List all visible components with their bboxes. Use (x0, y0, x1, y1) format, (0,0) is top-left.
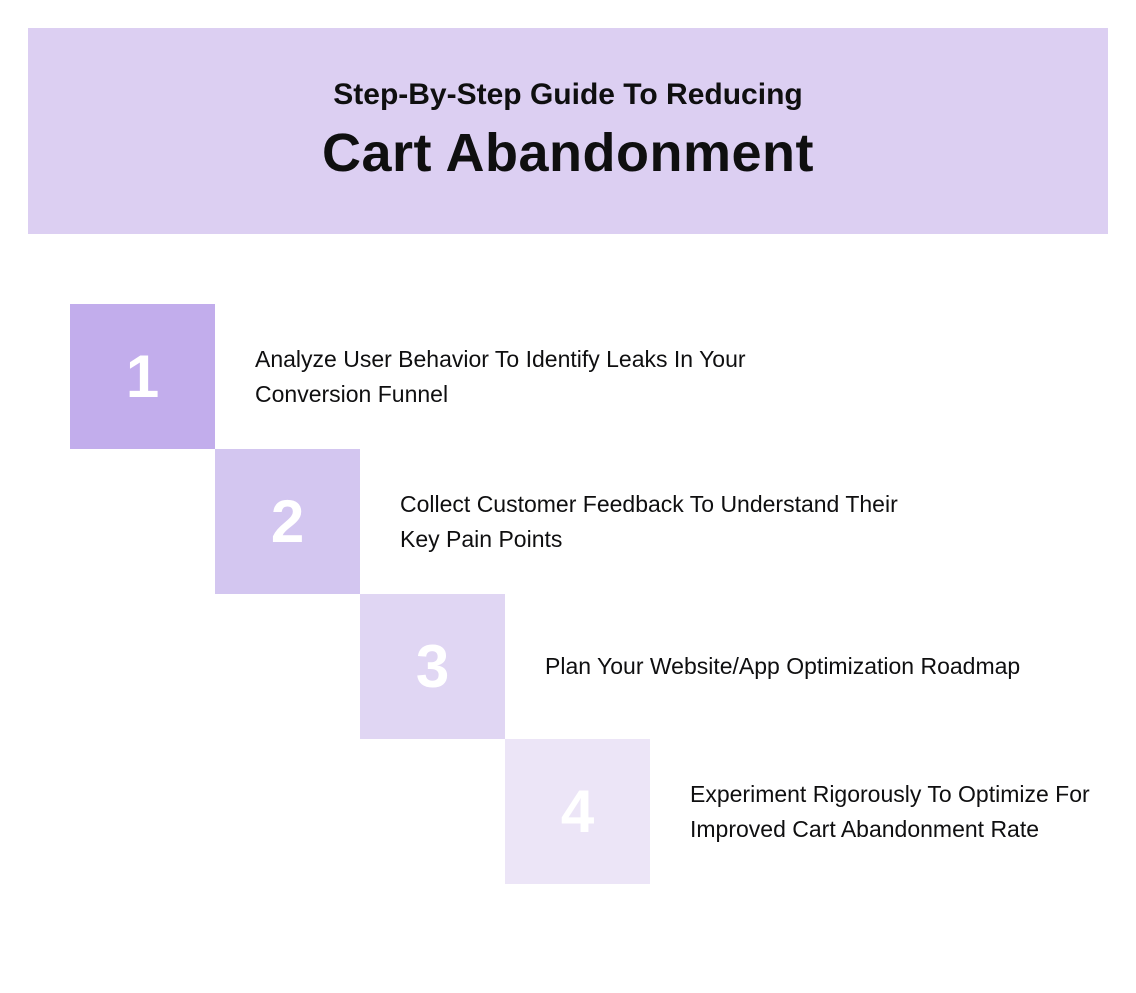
step-text-3: Plan Your Website/App Optimization Roadm… (545, 649, 1020, 684)
header-banner: Step-By-Step Guide To Reducing Cart Aban… (28, 28, 1108, 234)
step-text-2: Collect Customer Feedback To Understand … (400, 487, 900, 556)
step-box-3: 3 (360, 594, 505, 739)
step-box-1: 1 (70, 304, 215, 449)
step-row-4: 4 Experiment Rigorously To Optimize For … (505, 739, 1136, 884)
header-subtitle: Step-By-Step Guide To Reducing (88, 78, 1048, 112)
step-text-4: Experiment Rigorously To Optimize For Im… (690, 777, 1090, 846)
step-box-4: 4 (505, 739, 650, 884)
step-number-4: 4 (561, 777, 594, 846)
step-number-1: 1 (126, 342, 159, 411)
step-row-2: 2 Collect Customer Feedback To Understan… (215, 449, 1136, 594)
step-number-2: 2 (271, 487, 304, 556)
step-row-3: 3 Plan Your Website/App Optimization Roa… (360, 594, 1136, 739)
step-number-3: 3 (416, 632, 449, 701)
steps-container: 1 Analyze User Behavior To Identify Leak… (70, 304, 1136, 884)
step-text-1: Analyze User Behavior To Identify Leaks … (255, 342, 755, 411)
step-box-2: 2 (215, 449, 360, 594)
header-title: Cart Abandonment (88, 122, 1048, 184)
step-row-1: 1 Analyze User Behavior To Identify Leak… (70, 304, 1136, 449)
